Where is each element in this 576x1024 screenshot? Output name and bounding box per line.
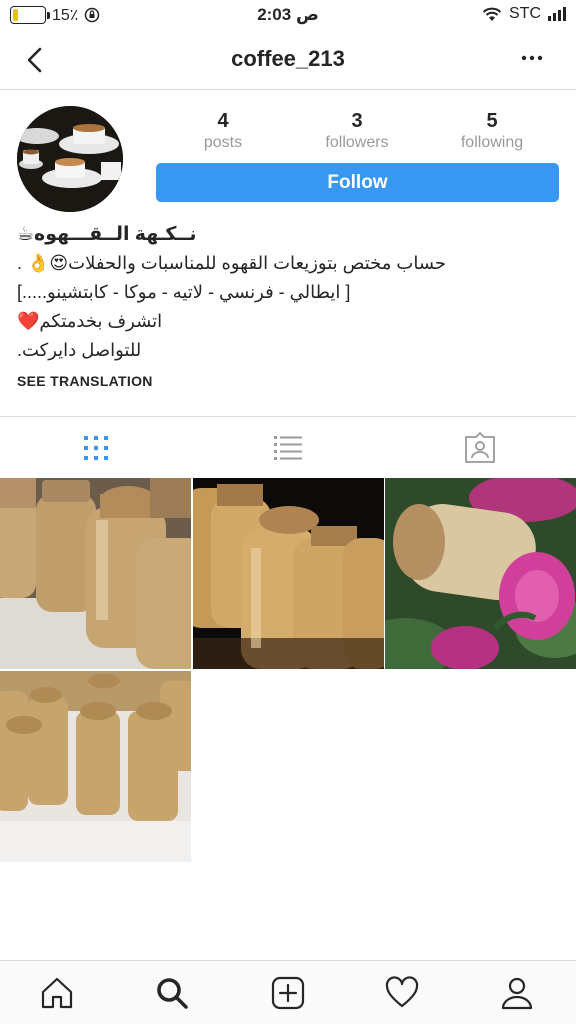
bottom-navigation — [0, 960, 576, 1024]
see-translation-link[interactable]: SEE TRANSLATION — [17, 373, 153, 389]
plus-square-icon[interactable] — [270, 975, 306, 1011]
view-tabs — [0, 416, 576, 478]
post-thumbnail-4[interactable] — [0, 671, 191, 862]
person-icon[interactable] — [499, 975, 535, 1011]
post-thumbnail-1[interactable] — [0, 478, 191, 669]
posts-stat[interactable]: 4 posts — [163, 110, 283, 152]
following-label: following — [460, 134, 524, 151]
followers-label: followers — [325, 134, 389, 151]
coffee-bottles-image — [0, 671, 191, 862]
status-bar: 15٪ 2:03 ص STC — [0, 0, 576, 30]
posts-count: 4 — [217, 110, 229, 132]
page-title: coffee_213 — [231, 46, 345, 71]
posts-label: posts — [203, 134, 243, 151]
avatar[interactable] — [17, 106, 123, 212]
profile-name: نــكـهة الــقـــهوه☕ — [17, 224, 197, 245]
bio-line-1: حساب مختص بتوزيعات القهوه للمناسبات والح… — [17, 253, 447, 273]
list-icon[interactable] — [271, 431, 305, 465]
bio-line-2: [ ايطالي - فرنسي - لاتيه - موكا - كابتشي… — [17, 282, 351, 302]
profile-header: coffee_213 — [0, 30, 576, 90]
followers-stat[interactable]: 3 followers — [297, 110, 417, 152]
search-icon[interactable] — [154, 975, 190, 1011]
ellipsis-icon[interactable] — [518, 48, 546, 68]
post-thumbnail-3[interactable] — [385, 478, 576, 669]
home-icon[interactable] — [39, 975, 75, 1011]
signal-icon — [548, 7, 566, 21]
avatar-coffee-image — [17, 106, 123, 212]
heart-icon[interactable] — [384, 975, 420, 1011]
followers-count: 3 — [351, 110, 363, 132]
coffee-bottle-with-roses-image — [385, 478, 576, 669]
wifi-icon — [482, 7, 502, 21]
grid-icon[interactable] — [79, 431, 113, 465]
follow-button[interactable]: Follow — [156, 163, 559, 202]
carrier-name: STC — [509, 5, 541, 22]
status-right: STC — [482, 5, 566, 23]
profile-bio: نــكـهة الــقـــهوه☕ حساب مختص بتوزيعات … — [17, 220, 557, 365]
following-stat[interactable]: 5 following — [432, 110, 552, 152]
coffee-bottles-image — [193, 478, 384, 669]
tagged-person-icon[interactable] — [463, 431, 497, 465]
bio-line-4: للتواصل دايركت. — [17, 340, 142, 360]
coffee-bottles-image — [0, 478, 191, 669]
post-thumbnail-2[interactable] — [193, 478, 384, 669]
bio-line-3: اتشرف بخدمتكم❤️ — [17, 311, 163, 331]
following-count: 5 — [486, 110, 498, 132]
